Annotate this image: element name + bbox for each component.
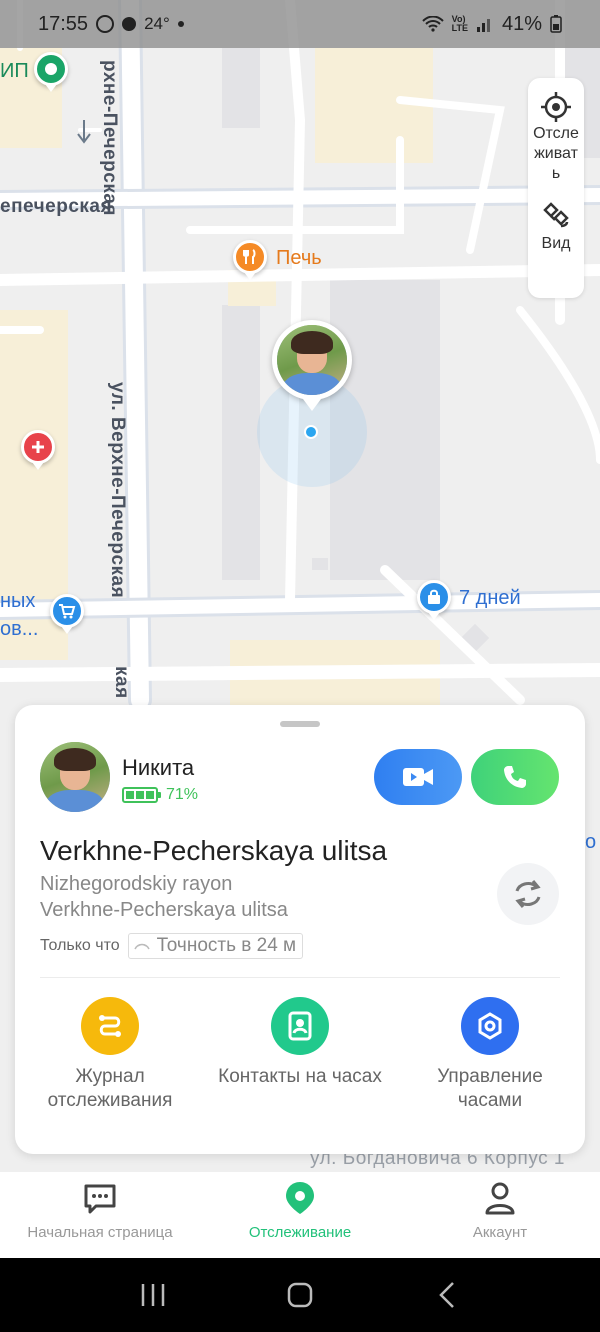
battery-percent: 41% — [501, 12, 542, 35]
watch-contacts-button[interactable]: Контакты на часах — [205, 997, 395, 1113]
hospital-icon[interactable] — [21, 430, 55, 470]
tab-account[interactable]: Аккаунт — [400, 1172, 600, 1258]
settings-icon — [461, 997, 519, 1055]
child-location-marker[interactable] — [272, 320, 352, 411]
track-label: Отслеживать — [533, 125, 579, 182]
tab-label: Начальная страница — [27, 1224, 173, 1241]
temperature: 24° — [144, 14, 170, 33]
location-dot — [304, 425, 318, 439]
lbs-icon — [133, 943, 150, 950]
divider — [40, 977, 560, 978]
tab-label: Аккаунт — [472, 1224, 528, 1241]
poi-label: ИП — [0, 60, 29, 82]
tab-tracking[interactable]: Отслеживание — [200, 1172, 400, 1258]
street-label: епечерская — [0, 196, 113, 217]
child-name: Никита — [122, 755, 195, 780]
system-navigation-bar — [0, 1258, 600, 1332]
view-button[interactable]: Вид — [530, 200, 582, 254]
phone-icon — [504, 766, 526, 788]
watch-settings-button[interactable]: Управление часами — [395, 997, 585, 1113]
poi-label: ов... — [0, 618, 39, 640]
poi-label: ных — [0, 590, 36, 612]
notification-dot-icon — [177, 21, 184, 27]
address-street: Verkhne-Pecherskaya ulitsa — [40, 899, 288, 921]
home-button[interactable] — [270, 1275, 330, 1315]
action-label: Контакты на часах — [218, 1066, 382, 1087]
shopping-bag-icon[interactable] — [417, 580, 451, 620]
target-icon — [541, 92, 571, 122]
home-icon — [287, 1282, 313, 1308]
action-label: Журнал отслеживания — [47, 1066, 173, 1111]
street-label: рхне-Печерская — [99, 60, 120, 216]
drag-handle[interactable] — [280, 721, 320, 727]
location-meta: Только что Точность в 24 м — [40, 933, 304, 959]
recent-apps-button[interactable] — [123, 1275, 183, 1315]
accuracy-text: Точность в 24 м — [156, 935, 297, 956]
action-label: Управление часами — [437, 1066, 543, 1111]
contacts-icon — [271, 997, 329, 1055]
view-label: Вид — [541, 235, 571, 252]
bottom-navigation: Начальная страница Отслеживание Аккаунт — [0, 1172, 600, 1258]
address-district: Nizhegorodskiy rayon — [40, 873, 233, 895]
clock: 17:55 — [38, 12, 89, 35]
track-button[interactable]: Отслеживать — [530, 90, 582, 184]
updated-time: Только что — [40, 937, 120, 954]
battery-icon — [122, 787, 161, 803]
poi-label: 7 дней — [459, 587, 521, 609]
volte-icon: Vo) LTE — [451, 14, 468, 33]
watch-battery: 71% — [122, 786, 198, 804]
recents-icon — [142, 1284, 165, 1306]
action-row: Журнал отслеживания Контакты на часах Уп… — [15, 997, 585, 1113]
person-icon — [485, 1182, 515, 1215]
signal-icon — [476, 19, 490, 32]
route-icon — [81, 997, 139, 1055]
battery-percent: 71% — [166, 786, 199, 803]
address-title: Verkhne-Pecherskaya ulitsa — [40, 835, 388, 866]
tab-home[interactable]: Начальная страница — [0, 1172, 200, 1258]
wifi-icon — [421, 16, 444, 32]
tracking-log-button[interactable]: Журнал отслеживания — [15, 997, 205, 1113]
battery-icon — [550, 15, 562, 33]
weather-icon — [122, 17, 137, 31]
voice-call-button[interactable] — [471, 749, 559, 805]
child-info-card: Никита 71% Verkhne-Pecherskaya ulitsa Ni… — [15, 705, 585, 1154]
chat-icon — [84, 1184, 116, 1214]
refresh-icon — [515, 880, 541, 908]
back-button[interactable] — [417, 1275, 477, 1315]
poi-pin-icon[interactable] — [34, 52, 68, 92]
location-pin-icon — [286, 1182, 314, 1214]
status-bar: 17:55 24° Vo) LTE 41% — [0, 0, 600, 48]
shopping-cart-icon[interactable] — [50, 594, 84, 634]
video-camera-icon — [403, 768, 433, 786]
poi-label: о — [585, 831, 597, 853]
poi-label: Печь — [276, 247, 322, 269]
refresh-location-button[interactable] — [497, 863, 559, 925]
avatar[interactable] — [40, 742, 110, 812]
restaurant-icon[interactable] — [233, 240, 267, 280]
street-label: ул. Верхне-Печерская — [107, 382, 128, 599]
accuracy-badge: Точность в 24 м — [127, 933, 304, 959]
tab-label: Отслеживание — [248, 1224, 352, 1241]
video-call-button[interactable] — [374, 749, 462, 805]
whatsapp-icon — [96, 15, 115, 33]
map-controls: Отслеживать Вид — [528, 78, 584, 298]
back-icon — [438, 1282, 454, 1308]
street-label: кая — [111, 666, 132, 699]
avatar — [277, 325, 347, 395]
satellite-icon — [543, 202, 569, 228]
